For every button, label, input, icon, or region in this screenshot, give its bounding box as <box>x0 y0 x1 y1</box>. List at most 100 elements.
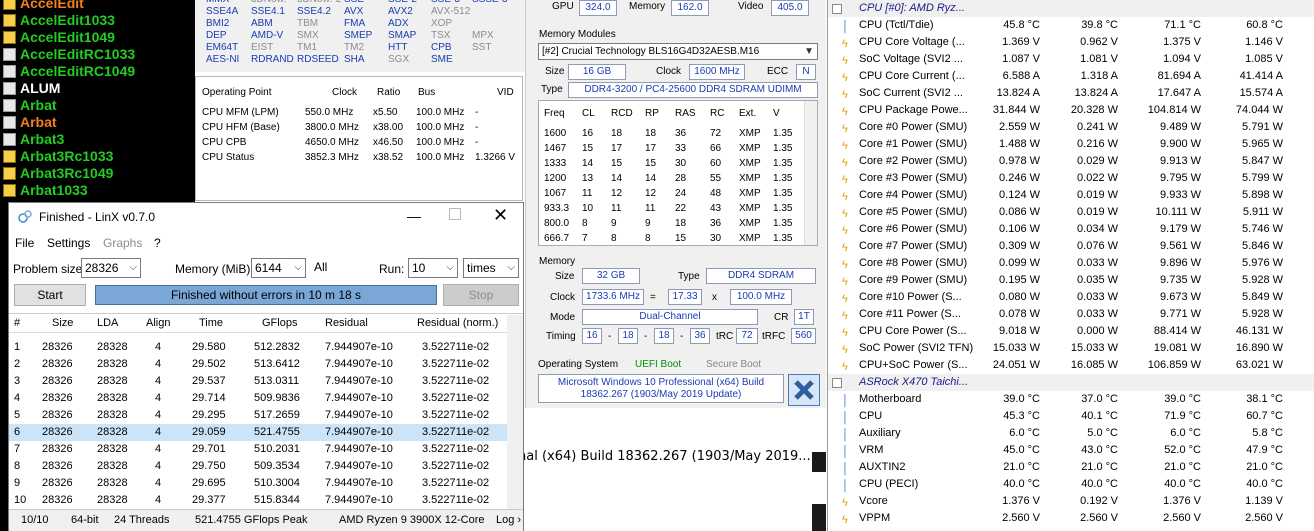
list-item[interactable]: AccelEdit1049 <box>0 29 195 46</box>
sensor-row[interactable]: │ CPU (Tctl/Tdie) 45.8 °C 39.8 °C 71.1 °C 60.… <box>828 17 1314 34</box>
column-header[interactable]: # <box>14 315 20 332</box>
column-header[interactable]: Residual <box>325 315 368 332</box>
minimize-icon[interactable]: — <box>407 208 421 224</box>
list-item[interactable]: Arbat3 <box>0 131 195 148</box>
table-row[interactable]: 5 28326 28328 4 29.295 517.2659 7.944907e-10 3.… <box>9 407 507 424</box>
background-window: nal (x64) Build 18362.267 (1903/May 2019… <box>518 408 826 531</box>
list-item[interactable]: AccelEdit1033 <box>0 12 195 29</box>
column-header[interactable]: LDA <box>97 315 118 332</box>
table-row[interactable]: 1 28326 28328 4 29.580 512.2832 7.944907e-10 3.… <box>9 339 507 356</box>
log-button[interactable]: Log › <box>496 514 521 526</box>
background-edge <box>812 452 826 472</box>
sensor-row[interactable]: ϟ Core #11 Power (S... 0.078 W 0.033 W 9.771… <box>828 306 1314 323</box>
list-item[interactable]: Arbat <box>0 97 195 114</box>
column-header[interactable]: Residual (norm.) <box>417 315 498 332</box>
menu-settings[interactable]: Settings <box>47 236 90 250</box>
sensor-value: 5.791 W <box>1242 121 1283 133</box>
sensor-row[interactable]: ϟ SoC Power (SVI2 TFN) 15.033 W 15.033 W 19.… <box>828 340 1314 357</box>
start-button[interactable]: Start <box>14 284 86 306</box>
sensor-row[interactable]: ϟ Core #5 Power (SMU) 0.086 W 0.019 W 10.111… <box>828 204 1314 221</box>
file-icon <box>3 82 16 95</box>
column-header[interactable]: Size <box>52 315 73 332</box>
sensor-name: Core #5 Power (SMU) <box>859 206 968 218</box>
run-unit-select[interactable]: times ⌵ <box>463 258 519 278</box>
sensor-value: 0.078 W <box>999 308 1040 320</box>
table-cell: 28328 <box>97 392 128 404</box>
column-header[interactable]: Time <box>199 315 223 332</box>
list-item[interactable]: Arbat <box>0 114 195 131</box>
list-item-label: Arbat3 <box>20 131 65 147</box>
maximize-icon[interactable] <box>449 208 461 220</box>
sensor-row[interactable]: ϟ Core #4 Power (SMU) 0.124 W 0.019 W 9.933 … <box>828 187 1314 204</box>
table-row[interactable]: 6 28326 28328 4 29.059 521.4755 7.944907e-10 3.… <box>9 424 507 441</box>
sensor-row[interactable]: ϟ SoC Current (SVI2 ... 13.824 A 13.824 A 17… <box>828 85 1314 102</box>
menu-graphs[interactable]: Graphs <box>103 236 142 250</box>
sensor-row[interactable]: ϟ Core #9 Power (SMU) 0.195 W 0.035 W 9.735 … <box>828 272 1314 289</box>
cpu-flag: RDRAND <box>251 54 294 65</box>
sensor-row[interactable]: │ CPU 45.3 °C 40.1 °C 71.9 °C 60.7 °C <box>828 408 1314 425</box>
problem-size-select[interactable]: 28326 ⌵ <box>81 258 141 278</box>
collapse-icon[interactable] <box>832 4 842 14</box>
collapse-icon[interactable] <box>832 378 842 388</box>
table-cell: 3.522711e-02 <box>422 392 490 404</box>
run-count-select[interactable]: 10 ⌵ <box>408 258 458 278</box>
list-item[interactable]: AccelEditRC1049 <box>0 63 195 80</box>
sensor-row[interactable]: ϟ Core #2 Power (SMU) 0.978 W 0.029 W 9.913 … <box>828 153 1314 170</box>
sensor-row[interactable]: ϟ Vcore 1.376 V 0.192 V 1.376 V 1.139 V <box>828 493 1314 510</box>
sensor-row[interactable]: ϟ CPU Core Power (S... 9.018 W 0.000 W 88.41… <box>828 323 1314 340</box>
table-row[interactable]: 7 28326 28328 4 29.701 510.2031 7.944907e-10 3.… <box>9 441 507 458</box>
table-row[interactable]: 8 28326 28328 4 29.750 509.3534 7.944907e-10 3.… <box>9 458 507 475</box>
sensor-value: 0.195 W <box>999 274 1040 286</box>
close-validator-button[interactable] <box>788 374 820 406</box>
timings-scrollbar[interactable] <box>804 101 817 245</box>
sensor-row[interactable]: ϟ VPPM 2.560 V 2.560 V 2.560 V 2.560 V <box>828 510 1314 527</box>
memory-mib-select[interactable]: 6144 ⌵ <box>251 258 306 278</box>
list-item[interactable]: AccelEditRC1033 <box>0 46 195 63</box>
table-row[interactable]: 9 28326 28328 4 29.695 510.3004 7.944907e-10 3.… <box>9 475 507 492</box>
menu-help[interactable]: ? <box>154 236 161 250</box>
sensor-row[interactable]: ϟ CPU+SoC Power (S... 24.051 W 16.085 W 106.… <box>828 357 1314 374</box>
sensor-row[interactable]: │ CPU (PECI) 40.0 °C 40.0 °C 40.0 °C 40.0 °C <box>828 476 1314 493</box>
list-item[interactable]: Arbat3Rc1033 <box>0 148 195 165</box>
table-cell: 4 <box>155 375 162 387</box>
all-label[interactable]: All <box>314 260 327 274</box>
timing-cell: 14 <box>582 158 594 169</box>
sensor-row[interactable]: │ Motherboard 39.0 °C 37.0 °C 39.0 °C 38.1 °C <box>828 391 1314 408</box>
sensor-row[interactable]: ϟ CPU Core Current (... 6.588 A 1.318 A 81.6… <box>828 68 1314 85</box>
table-row[interactable]: 2 28326 28328 4 29.502 513.6412 7.944907e-10 3.… <box>9 356 507 373</box>
table-row[interactable]: 4 28326 28328 4 29.714 509.9836 7.944907e-10 3.… <box>9 390 507 407</box>
sensor-name: AUXTIN2 <box>859 461 906 473</box>
list-item[interactable]: AccelEdit <box>0 0 195 12</box>
sensor-row[interactable]: ϟ Core #6 Power (SMU) 0.106 W 0.034 W 9.179 … <box>828 221 1314 238</box>
sensor-row[interactable]: │ VRM 45.0 °C 43.0 °C 52.0 °C 47.9 °C <box>828 442 1314 459</box>
menu-file[interactable]: File <box>15 236 34 250</box>
sensor-row[interactable]: │ Auxiliary 6.0 °C 5.0 °C 6.0 °C 5.8 °C <box>828 425 1314 442</box>
close-icon[interactable]: ✕ <box>493 205 508 226</box>
sensor-row[interactable]: ϟ CPU Package Powe... 31.844 W 20.328 W 104.… <box>828 102 1314 119</box>
sensor-row[interactable]: ϟ Core #3 Power (SMU) 0.246 W 0.022 W 9.795 … <box>828 170 1314 187</box>
sensor-group-header[interactable]: CPU [#0]: AMD Ryz... <box>828 0 1314 17</box>
sensor-group-header[interactable]: ASRock X470 Taichi... <box>828 374 1314 391</box>
stop-button[interactable]: Stop <box>443 284 519 306</box>
sensor-row[interactable]: ϟ Core #8 Power (SMU) 0.099 W 0.033 W 9.896 … <box>828 255 1314 272</box>
timing-rp: 18 <box>654 328 674 344</box>
column-header[interactable]: GFlops <box>262 315 297 332</box>
list-item[interactable]: ALUM <box>0 80 195 97</box>
sensor-row[interactable]: ϟ CPU Core Voltage (... 1.369 V 0.962 V 1.37… <box>828 34 1314 51</box>
sensor-row[interactable]: ϟ SoC Voltage (SVI2 ... 1.087 V 1.081 V 1.09… <box>828 51 1314 68</box>
list-item[interactable]: Arbat3Rc1049 <box>0 165 195 182</box>
results-scrollbar[interactable] <box>507 315 523 509</box>
table-row[interactable]: 3 28326 28328 4 29.537 513.0311 7.944907e-10 3.… <box>9 373 507 390</box>
table-cell: 28326 <box>42 426 73 438</box>
module-select[interactable]: [#2] Crucial Technology BLS16G4D32AESB.M… <box>538 43 818 60</box>
list-item[interactable]: Arbat1033 <box>0 182 195 199</box>
column-header[interactable]: Align <box>146 315 170 332</box>
table-row[interactable]: 10 28326 28328 4 29.377 515.8344 7.944907e-10 3… <box>9 492 507 509</box>
sensor-row[interactable]: ϟ Core #7 Power (SMU) 0.309 W 0.076 W 9.561 … <box>828 238 1314 255</box>
sensor-row[interactable]: ϟ Core #10 Power (S... 0.080 W 0.033 W 9.673… <box>828 289 1314 306</box>
sensor-value: 5.746 W <box>1242 223 1283 235</box>
sensor-row[interactable]: │ AUXTIN2 21.0 °C 21.0 °C 21.0 °C 21.0 °C <box>828 459 1314 476</box>
sensor-value: 0.035 W <box>1077 274 1118 286</box>
sensor-row[interactable]: ϟ Core #0 Power (SMU) 2.559 W 0.241 W 9.489 … <box>828 119 1314 136</box>
sensor-row[interactable]: ϟ Core #1 Power (SMU) 1.488 W 0.216 W 9.900 … <box>828 136 1314 153</box>
